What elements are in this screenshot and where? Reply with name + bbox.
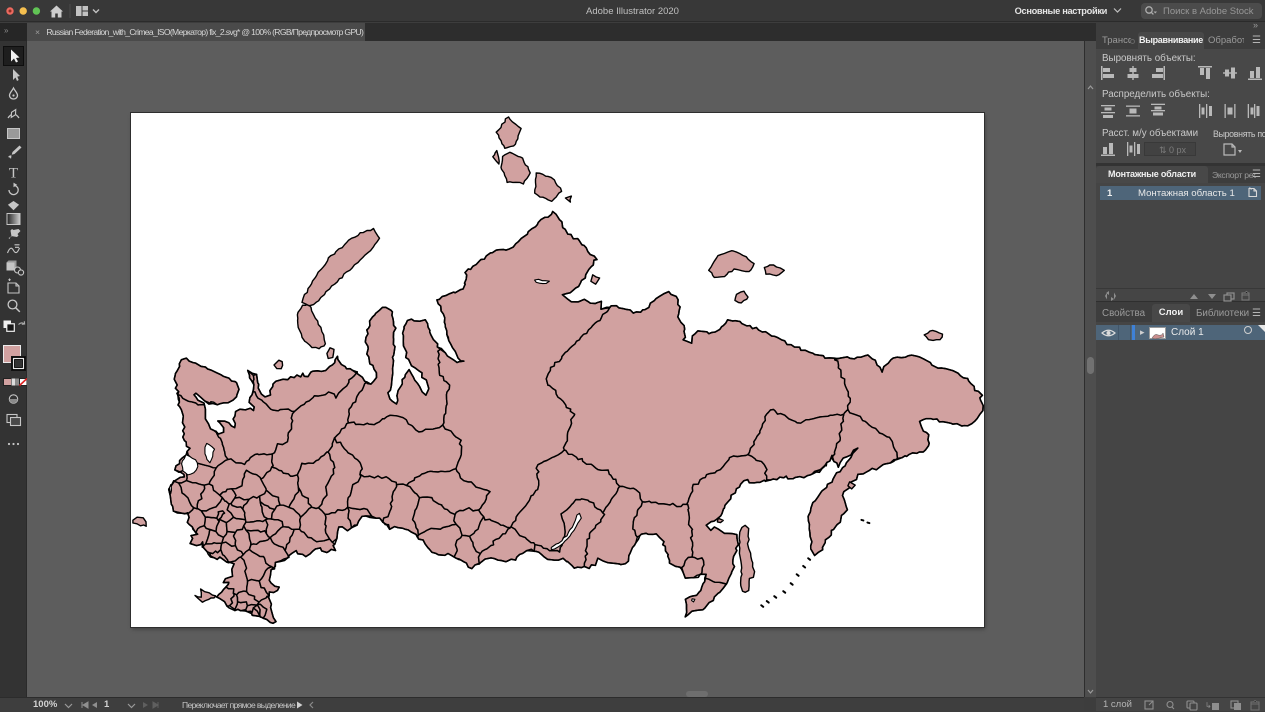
svg-text:↳: ↳ <box>1205 701 1212 710</box>
svg-text:T: T <box>9 166 18 182</box>
